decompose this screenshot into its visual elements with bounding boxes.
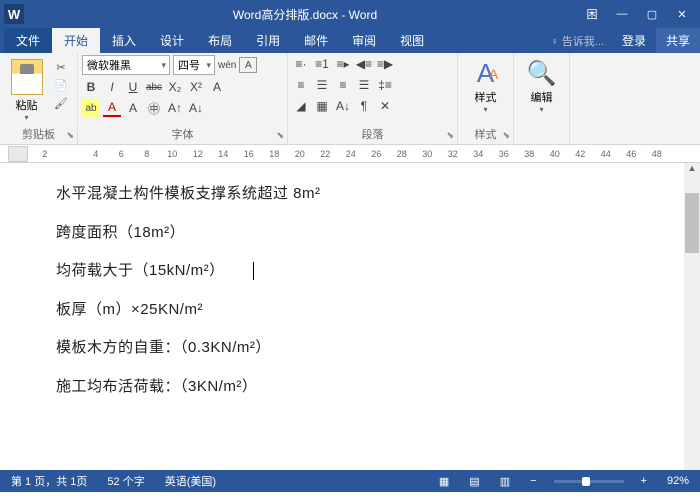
tab-file[interactable]: 文件 [4,28,52,53]
tab-references[interactable]: 引用 [244,28,292,53]
horizontal-ruler[interactable]: 2468101214161820222426283032343638404244… [0,145,700,163]
login-button[interactable]: 登录 [612,28,656,53]
zoom-in-button[interactable]: + [638,475,650,487]
bullets-button[interactable]: ≡· [292,55,310,73]
print-layout-icon[interactable]: ▤ [466,475,482,488]
ribbon: 粘贴 ▾ ✂ 📄 🖌 剪贴板 ⬊ 微软雅黑 四号 wén A B I U abc… [0,53,700,145]
justify-button[interactable]: ☰ [355,76,373,94]
scroll-thumb[interactable] [685,193,699,253]
paragraph[interactable]: 水平混凝土构件模板支撑系统超过 8m² [56,183,644,206]
word-count[interactable]: 52 个字 [104,473,147,489]
align-right-button[interactable]: ≡ [334,76,352,94]
bold-button[interactable]: B [82,78,100,96]
zoom-out-button[interactable]: − [527,475,539,487]
cut-button[interactable]: ✂ [51,59,71,75]
close-button[interactable]: ✕ [668,4,696,24]
enclose-char-button[interactable]: ㊥ [145,99,163,117]
clipboard-dialog-icon[interactable]: ⬊ [66,130,74,141]
title-bar: W Word高分排版.docx - Word 困 — ▢ ✕ [0,0,700,28]
share-button[interactable]: 共享 [656,28,700,53]
font-color-button[interactable]: A [103,99,121,117]
increase-indent-button[interactable]: ≡▶ [376,55,394,73]
char-shading-button[interactable]: A [124,99,142,117]
subscript-button[interactable]: X₂ [166,78,184,96]
format-painter-button[interactable]: 🖌 [51,95,71,111]
tab-mailings[interactable]: 邮件 [292,28,340,53]
paste-icon [11,59,43,95]
word-icon: W [4,4,24,24]
tab-review[interactable]: 审阅 [340,28,388,53]
minimize-button[interactable]: — [608,4,636,24]
font-name-select[interactable]: 微软雅黑 [82,55,170,75]
page-indicator[interactable]: 第 1 页，共 1页 [8,473,90,489]
tab-design[interactable]: 设计 [148,28,196,53]
show-marks-button[interactable]: ¶ [355,97,373,115]
underline-button[interactable]: U [124,78,142,96]
asian-layout-button[interactable]: ✕ [376,97,394,115]
clipboard-group: 粘贴 ▾ ✂ 📄 🖌 剪贴板 ⬊ [0,53,78,144]
editing-group: 🔍 编辑 ▾ [514,53,570,144]
paragraph[interactable]: 均荷载大于（15kN/m²） [56,260,644,283]
font-dialog-icon[interactable]: ⬊ [276,130,284,141]
paragraph[interactable]: 跨度面积（18m²） [56,222,644,245]
styles-button[interactable]: AA [469,57,503,89]
find-button[interactable]: 🔍 [525,57,559,89]
strike-button[interactable]: abc [145,78,163,96]
group-label: 段落 [288,126,457,142]
char-border-button[interactable]: A [239,57,257,73]
zoom-level[interactable]: 92% [664,475,692,487]
highlight-button[interactable]: ab [82,99,100,117]
vertical-scrollbar[interactable]: ▲ [684,163,700,470]
language-indicator[interactable]: 英语(美国) [162,473,219,489]
styles-dialog-icon[interactable]: ⬊ [502,130,510,141]
tell-me-input[interactable]: ♀ 告诉我... [542,29,611,53]
ribbon-tabs: 文件 开始 插入 设计 布局 引用 邮件 审阅 视图 ♀ 告诉我... 登录 共… [0,28,700,53]
numbering-button[interactable]: ≡1 [313,55,331,73]
scroll-up-icon[interactable]: ▲ [684,163,700,177]
zoom-slider[interactable] [554,480,624,483]
multilevel-button[interactable]: ≡▸ [334,55,352,73]
status-bar: 第 1 页，共 1页 52 个字 英语(美国) ▦ ▤ ▥ − + 92% [0,470,700,492]
tab-view[interactable]: 视图 [388,28,436,53]
decrease-indent-button[interactable]: ◀≡ [355,55,373,73]
shading-button[interactable]: ◢ [292,97,310,115]
align-left-button[interactable]: ≡ [292,76,310,94]
paragraph-dialog-icon[interactable]: ⬊ [446,130,454,141]
superscript-button[interactable]: X² [187,78,205,96]
sort-button[interactable]: A↓ [334,97,352,115]
group-label: 字体 [78,126,287,142]
maximize-button[interactable]: ▢ [638,4,666,24]
ribbon-options-icon[interactable]: 困 [578,4,606,24]
font-size-select[interactable]: 四号 [173,55,215,75]
group-label: 剪贴板 [0,126,77,142]
styles-group: AA 样式 ▾ 样式 ⬊ [458,53,514,144]
paste-button[interactable]: 粘贴 ▾ [4,55,49,122]
tab-layout[interactable]: 布局 [196,28,244,53]
tab-home[interactable]: 开始 [52,28,100,53]
paragraph[interactable]: 模板木方的自重：（0.3KN/m²） [56,337,644,360]
text-cursor [253,262,254,280]
copy-button[interactable]: 📄 [51,77,71,93]
document-title: Word高分排版.docx - Word [32,6,578,23]
paragraph[interactable]: 施工均布活荷载：（3KN/m²） [56,376,644,399]
line-spacing-button[interactable]: ‡≡ [376,76,394,94]
ruler-corner [8,146,28,162]
paragraph-group: ≡· ≡1 ≡▸ ◀≡ ≡▶ ≡ ☰ ≡ ☰ ‡≡ ◢ ▦ A↓ ¶ ✕ 段落 … [288,53,458,144]
tab-insert[interactable]: 插入 [100,28,148,53]
shrink-font-button[interactable]: A↓ [187,99,205,117]
text-effects-button[interactable]: A [208,78,226,96]
read-mode-icon[interactable]: ▦ [436,475,452,488]
window-controls: 困 — ▢ ✕ [578,4,696,24]
document-area[interactable]: 水平混凝土构件模板支撑系统超过 8m² 跨度面积（18m²） 均荷载大于（15k… [0,163,700,470]
phonetic-guide-button[interactable]: wén [218,56,236,74]
align-center-button[interactable]: ☰ [313,76,331,94]
borders-button[interactable]: ▦ [313,97,331,115]
paragraph[interactable]: 板厚（m）×25KN/m² [56,299,644,322]
italic-button[interactable]: I [103,78,121,96]
web-layout-icon[interactable]: ▥ [497,475,513,488]
font-group: 微软雅黑 四号 wén A B I U abc X₂ X² A ab A A ㊥… [78,53,288,144]
grow-font-button[interactable]: A↑ [166,99,184,117]
